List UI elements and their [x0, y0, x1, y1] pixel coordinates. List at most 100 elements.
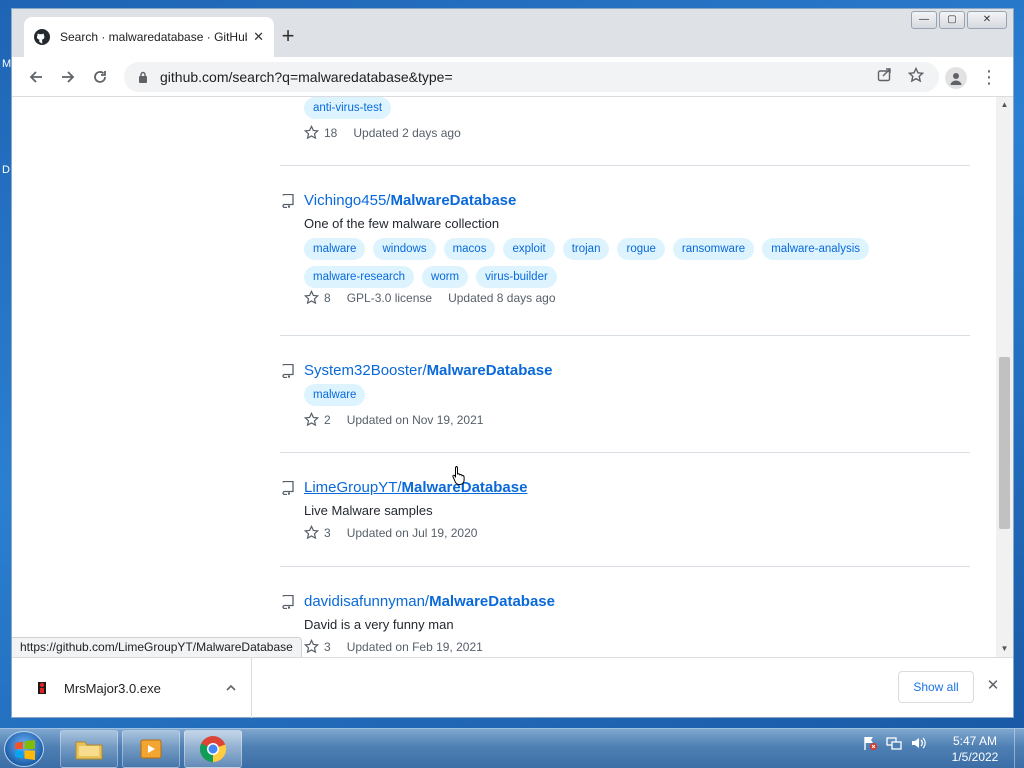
lock-icon: [139, 71, 147, 83]
repo-link[interactable]: Vichingo455/MalwareDatabase: [304, 192, 516, 209]
profile-avatar[interactable]: [945, 67, 967, 89]
topic-tag[interactable]: virus-builder: [476, 266, 557, 288]
back-arrow-icon[interactable]: [24, 65, 48, 89]
title-bar: Search · malwaredatabase · GitHub ✕ + — …: [12, 9, 1013, 57]
result-divider: [280, 165, 970, 166]
repo-icon: [282, 481, 294, 495]
topic-list: anti-virus-test: [304, 97, 904, 119]
start-button[interactable]: [4, 731, 44, 767]
star-count[interactable]: 18: [324, 126, 337, 140]
clock-date: 1/5/2022: [951, 750, 999, 764]
topic-tag[interactable]: ransomware: [672, 238, 755, 260]
updated-text: Updated on Nov 19, 2021: [346, 412, 484, 427]
taskbar-chrome[interactable]: [184, 730, 242, 768]
download-item[interactable]: MrsMajor3.0.exe: [12, 658, 252, 718]
repo-name: MalwareDatabase: [426, 362, 553, 379]
result-divider: [280, 452, 970, 453]
system-tray: [862, 735, 926, 751]
star-icon: [304, 290, 319, 305]
repo-owner: davidisafunnyman/: [304, 593, 430, 610]
scroll-up-arrow-icon[interactable]: ▲: [996, 97, 1013, 113]
updated-text: Updated 2 days ago: [353, 125, 461, 140]
topic-tag[interactable]: rogue: [617, 238, 665, 260]
topic-tag[interactable]: malware: [304, 384, 366, 406]
link-status-bubble: https://github.com/LimeGroupYT/MalwareDa…: [12, 637, 302, 657]
show-all-downloads-button[interactable]: Show all: [898, 671, 974, 703]
maximize-button[interactable]: ▢: [939, 11, 965, 29]
taskbar-media-player[interactable]: [122, 730, 180, 768]
repo-description: One of the few malware collection: [304, 216, 500, 231]
window-close-button[interactable]: ✕: [967, 11, 1007, 29]
topic-tag[interactable]: worm: [422, 266, 469, 288]
repo-name: MalwareDatabase: [401, 479, 528, 496]
result-divider: [280, 335, 970, 336]
topic-tag[interactable]: exploit: [503, 238, 555, 260]
system-clock[interactable]: 5:47 AM 1/5/2022: [940, 733, 1010, 765]
share-icon[interactable]: [874, 65, 894, 85]
repo-link[interactable]: davidisafunnyman/MalwareDatabase: [304, 593, 555, 610]
topic-tag[interactable]: windows: [373, 238, 436, 260]
star-count[interactable]: 2: [324, 413, 331, 427]
new-tab-button[interactable]: +: [274, 23, 302, 51]
download-shelf: MrsMajor3.0.exe Show all ✕: [12, 657, 1013, 718]
executable-file-icon: [38, 682, 46, 694]
windows-logo-icon: [15, 740, 35, 760]
page-scrollbar[interactable]: ▲ ▼: [996, 97, 1013, 657]
browser-tab[interactable]: Search · malwaredatabase · GitHub ✕: [24, 17, 274, 57]
result-meta: 2 Updated on Nov 19, 2021: [304, 412, 499, 427]
scrollbar-thumb[interactable]: [999, 357, 1010, 529]
network-icon[interactable]: [886, 735, 902, 751]
star-count[interactable]: 3: [324, 640, 331, 654]
address-bar[interactable]: github.com/search?q=malwaredatabase&type…: [124, 62, 939, 92]
media-player-icon: [140, 739, 162, 759]
browser-toolbar: github.com/search?q=malwaredatabase&type…: [12, 57, 1013, 97]
clock-time: 5:47 AM: [952, 734, 998, 748]
topic-tag[interactable]: malware: [304, 238, 366, 260]
topic-tag[interactable]: malware-analysis: [762, 238, 870, 260]
bookmark-star-icon[interactable]: [906, 65, 926, 85]
repo-icon: [282, 364, 294, 378]
chevron-up-icon[interactable]: [225, 682, 237, 694]
volume-icon[interactable]: [910, 735, 926, 751]
repo-icon: [282, 595, 294, 609]
repo-owner: LimeGroupYT/: [304, 479, 402, 496]
topic-tag[interactable]: trojan: [562, 238, 610, 260]
topic-tag[interactable]: malware-research: [304, 266, 415, 288]
topic-tag[interactable]: macos: [443, 238, 496, 260]
url-text: github.com/search?q=malwaredatabase&type…: [160, 69, 453, 85]
star-count[interactable]: 3: [324, 526, 331, 540]
action-center-flag-icon[interactable]: [862, 735, 878, 751]
star-icon: [304, 639, 319, 654]
repo-name: MalwareDatabase: [390, 192, 517, 209]
star-icon: [304, 125, 319, 140]
repo-link[interactable]: LimeGroupYT/MalwareDatabase: [304, 479, 527, 496]
star-count[interactable]: 8: [324, 291, 331, 305]
repo-icon: [282, 194, 294, 208]
topic-list: malware windows macos exploit trojan rog…: [304, 238, 904, 288]
reload-icon[interactable]: [88, 65, 112, 89]
chrome-icon: [199, 736, 227, 763]
show-desktop-button[interactable]: [1014, 729, 1024, 768]
minimize-button[interactable]: —: [911, 11, 937, 29]
updated-text: Updated on Feb 19, 2021: [346, 639, 483, 654]
more-menu-icon[interactable]: ⋮: [980, 66, 998, 88]
repo-link[interactable]: System32Booster/MalwareDatabase: [304, 362, 552, 379]
topic-tag[interactable]: anti-virus-test: [304, 97, 392, 119]
result-divider: [280, 566, 970, 567]
taskbar-file-explorer[interactable]: [60, 730, 118, 768]
windows-taskbar: 5:47 AM 1/5/2022: [0, 728, 1024, 768]
desktop-edge-letter: D: [2, 164, 10, 176]
repo-owner: Vichingo455/: [304, 192, 391, 209]
scroll-down-arrow-icon[interactable]: ▼: [996, 641, 1013, 657]
repo-name: MalwareDatabase: [429, 593, 555, 610]
star-icon: [304, 412, 319, 427]
repo-description: David is a very funny man: [304, 617, 454, 632]
search-results-page: anti-virus-test 18 Updated 2 days ago Vi…: [12, 97, 996, 657]
tab-close-icon[interactable]: ✕: [253, 29, 264, 45]
close-download-shelf-icon[interactable]: ✕: [984, 677, 1002, 695]
forward-arrow-icon[interactable]: [56, 65, 80, 89]
result-meta: 3 Updated on Feb 19, 2021: [304, 639, 499, 654]
updated-text: Updated on Jul 19, 2020: [346, 525, 478, 540]
download-file-name: MrsMajor3.0.exe: [64, 680, 161, 696]
license-text: GPL-3.0 license: [346, 290, 433, 305]
